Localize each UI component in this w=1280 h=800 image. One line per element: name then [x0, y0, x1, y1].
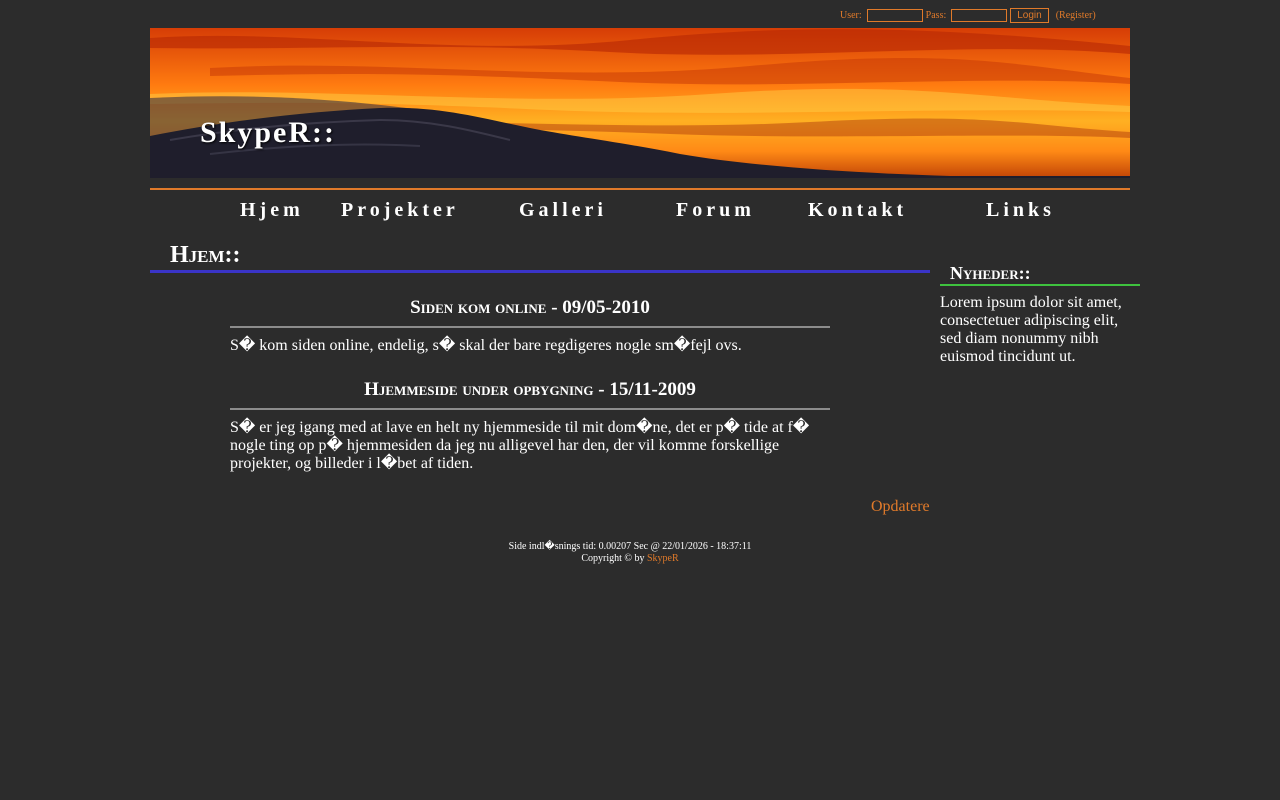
news-entry-body: S� er jeg igang med at lave en helt ny h…: [230, 419, 810, 472]
page-title: Hjem::: [170, 242, 241, 268]
page-title-divider: [150, 270, 930, 273]
page-load-time: Side indl�snings tid: 0.00207 Sec @ 22/0…: [508, 541, 752, 552]
sidebar-title: Nyheder::: [950, 263, 1031, 283]
pass-input[interactable]: [951, 9, 1008, 22]
sunset-mountain-image: [150, 29, 1130, 178]
nav-item-kontakt[interactable]: Kontakt: [808, 199, 907, 222]
nav-item-galleri[interactable]: Galleri: [519, 199, 607, 222]
register-link[interactable]: (Register): [1056, 10, 1096, 21]
user-input[interactable]: [866, 9, 923, 22]
nav-item-links[interactable]: Links: [986, 199, 1055, 222]
nav-item-projekter[interactable]: Projekter: [341, 199, 459, 222]
login-button[interactable]: Login: [1010, 8, 1049, 23]
header-banner: SkypeR::: [150, 28, 1130, 178]
news-entry-divider: [230, 408, 830, 410]
news-entry-title: Hjemmeside under opbygning - 15/11-2009: [364, 379, 696, 400]
news-entry-title: Siden kom online - 09/05-2010: [410, 297, 650, 318]
copyright-text: Copyright © by: [581, 553, 645, 564]
update-link[interactable]: Opdatere: [871, 498, 930, 516]
user-label: User:: [840, 10, 862, 21]
nav-divider: [150, 188, 1130, 190]
footer: Side indl�snings tid: 0.00207 Sec @ 22/0…: [330, 541, 930, 565]
copyright-line: Copyright © by SkypeR: [330, 553, 930, 565]
pass-label: Pass:: [925, 10, 947, 21]
copyright-link[interactable]: SkypeR: [647, 553, 679, 564]
news-entry-divider: [230, 326, 830, 328]
login-bar: User: Pass: Login (Register): [840, 8, 1096, 23]
site-title: SkypeR::: [200, 116, 337, 149]
sidebar-divider: [940, 284, 1140, 286]
news-entry-body: S� kom siden online, endelig, s� skal de…: [230, 337, 742, 354]
sidebar-news-text: Lorem ipsum dolor sit amet, consectetuer…: [940, 294, 1122, 365]
nav-item-hjem[interactable]: Hjem: [240, 199, 304, 222]
page: User: Pass: Login (Register) SkypeR:: Hj…: [0, 0, 1280, 800]
nav-item-forum[interactable]: Forum: [676, 199, 755, 222]
